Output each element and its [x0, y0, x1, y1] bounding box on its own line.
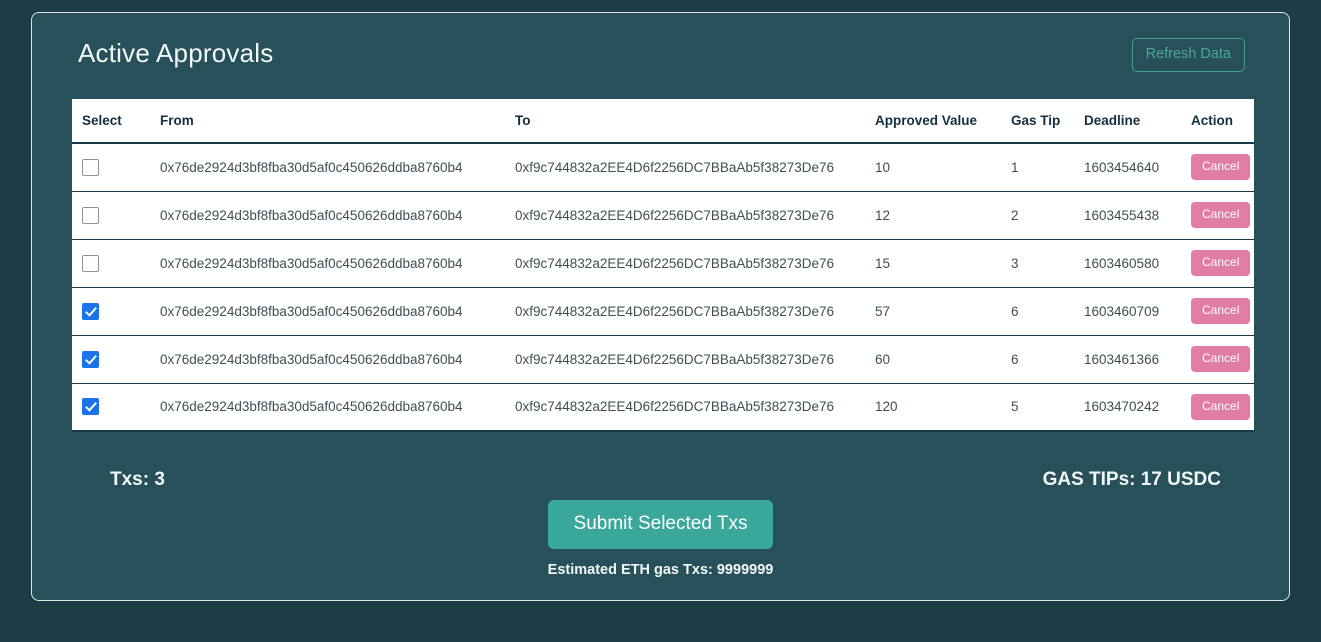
- refresh-data-button[interactable]: Refresh Data: [1131, 38, 1245, 72]
- cell-approved-value: 57: [865, 287, 1001, 336]
- cancel-button[interactable]: Cancel: [1191, 393, 1251, 420]
- cancel-button[interactable]: Cancel: [1191, 346, 1251, 372]
- cell-from: 0x76de2924d3bf8fba30d5af0c450626ddba8760…: [150, 191, 505, 240]
- gas-tips-total-label: GAS TIPs: 17 USDC: [1042, 469, 1221, 490]
- cell-select: [72, 335, 150, 384]
- column-header-action: Action: [1181, 99, 1254, 144]
- cell-from: 0x76de2924d3bf8fba30d5af0c450626ddba8760…: [150, 335, 505, 384]
- cell-deadline: 1603454640: [1074, 143, 1181, 192]
- cell-select: [72, 143, 150, 192]
- cancel-button[interactable]: Cancel: [1191, 250, 1251, 276]
- cell-deadline: 1603460580: [1074, 239, 1181, 288]
- table-row: 0x76de2924d3bf8fba30d5af0c450626ddba8760…: [72, 191, 1254, 240]
- row-select-checkbox[interactable]: [82, 302, 99, 320]
- cell-approved-value: 60: [865, 335, 1001, 384]
- table-row: 0x76de2924d3bf8fba30d5af0c450626ddba8760…: [72, 383, 1254, 432]
- cell-approved-value: 10: [865, 143, 1001, 192]
- approvals-table: Select From To Approved Value Gas Tip De…: [72, 99, 1254, 432]
- cell-approved-value: 15: [865, 239, 1001, 288]
- cell-from: 0x76de2924d3bf8fba30d5af0c450626ddba8760…: [150, 143, 505, 192]
- cell-gas-tip: 5: [1001, 383, 1074, 432]
- cell-deadline: 1603461366: [1074, 335, 1181, 384]
- column-header-deadline: Deadline: [1074, 99, 1181, 144]
- cell-deadline: 1603470242: [1074, 383, 1181, 432]
- card-header: Active Approvals Refresh Data: [32, 13, 1289, 99]
- cell-action: Cancel: [1181, 335, 1254, 384]
- table-header-row: Select From To Approved Value Gas Tip De…: [72, 99, 1254, 144]
- estimated-gas-label: Estimated ETH gas Txs: 9999999: [547, 561, 774, 578]
- submit-area: Submit Selected Txs Estimated ETH gas Tx…: [32, 500, 1289, 578]
- page-title: Active Approvals: [78, 38, 274, 68]
- cell-action: Cancel: [1181, 287, 1254, 336]
- row-select-checkbox[interactable]: [82, 350, 99, 368]
- cell-to: 0xf9c744832a2EE4D6f2256DC7BBaAb5f38273De…: [505, 287, 865, 336]
- cell-action: Cancel: [1181, 143, 1254, 192]
- table-row: 0x76de2924d3bf8fba30d5af0c450626ddba8760…: [72, 287, 1254, 336]
- column-header-from: From: [150, 99, 505, 144]
- cell-select: [72, 239, 150, 288]
- cell-gas-tip: 2: [1001, 191, 1074, 240]
- cell-gas-tip: 1: [1001, 143, 1074, 192]
- cell-gas-tip: 6: [1001, 287, 1074, 336]
- active-approvals-card: Active Approvals Refresh Data Select Fro…: [31, 12, 1290, 601]
- cell-to: 0xf9c744832a2EE4D6f2256DC7BBaAb5f38273De…: [505, 143, 865, 192]
- cell-from: 0x76de2924d3bf8fba30d5af0c450626ddba8760…: [150, 239, 505, 288]
- column-header-to: To: [505, 99, 865, 144]
- cell-approved-value: 12: [865, 191, 1001, 240]
- cell-select: [72, 287, 150, 336]
- column-header-approved-value: Approved Value: [865, 99, 1001, 144]
- cell-approved-value: 120: [865, 383, 1001, 432]
- table-row: 0x76de2924d3bf8fba30d5af0c450626ddba8760…: [72, 335, 1254, 384]
- row-select-checkbox[interactable]: [82, 206, 99, 224]
- cancel-button[interactable]: Cancel: [1191, 154, 1251, 181]
- cancel-button[interactable]: Cancel: [1191, 298, 1251, 324]
- row-select-checkbox[interactable]: [82, 158, 99, 176]
- cell-deadline: 1603460709: [1074, 287, 1181, 336]
- row-select-checkbox[interactable]: [82, 254, 99, 272]
- cell-from: 0x76de2924d3bf8fba30d5af0c450626ddba8760…: [150, 383, 505, 432]
- table-row: 0x76de2924d3bf8fba30d5af0c450626ddba8760…: [72, 239, 1254, 288]
- cell-to: 0xf9c744832a2EE4D6f2256DC7BBaAb5f38273De…: [505, 191, 865, 240]
- column-header-select: Select: [72, 99, 150, 144]
- table-row: 0x76de2924d3bf8fba30d5af0c450626ddba8760…: [72, 143, 1254, 192]
- txs-count-label: Txs: 3: [110, 469, 165, 490]
- submit-selected-txs-button[interactable]: Submit Selected Txs: [547, 500, 774, 549]
- cell-gas-tip: 3: [1001, 239, 1074, 288]
- cell-action: Cancel: [1181, 383, 1254, 432]
- cell-deadline: 1603455438: [1074, 191, 1181, 240]
- cell-action: Cancel: [1181, 191, 1254, 240]
- table-body: 0x76de2924d3bf8fba30d5af0c450626ddba8760…: [72, 143, 1254, 432]
- column-header-gas-tip: Gas Tip: [1001, 99, 1074, 144]
- row-select-checkbox[interactable]: [82, 398, 99, 416]
- cell-from: 0x76de2924d3bf8fba30d5af0c450626ddba8760…: [150, 287, 505, 336]
- footer-stats: Txs: 3 GAS TIPs: 17 USDC: [72, 461, 1249, 505]
- cell-action: Cancel: [1181, 239, 1254, 288]
- cell-to: 0xf9c744832a2EE4D6f2256DC7BBaAb5f38273De…: [505, 239, 865, 288]
- table-header: Select From To Approved Value Gas Tip De…: [72, 99, 1254, 144]
- approvals-table-container: Select From To Approved Value Gas Tip De…: [72, 99, 1254, 432]
- app-root: Active Approvals Refresh Data Select Fro…: [0, 0, 1321, 642]
- cell-to: 0xf9c744832a2EE4D6f2256DC7BBaAb5f38273De…: [505, 335, 865, 384]
- cell-gas-tip: 6: [1001, 335, 1074, 384]
- cell-to: 0xf9c744832a2EE4D6f2256DC7BBaAb5f38273De…: [505, 383, 865, 432]
- cell-select: [72, 191, 150, 240]
- cancel-button[interactable]: Cancel: [1191, 202, 1251, 228]
- cell-select: [72, 383, 150, 432]
